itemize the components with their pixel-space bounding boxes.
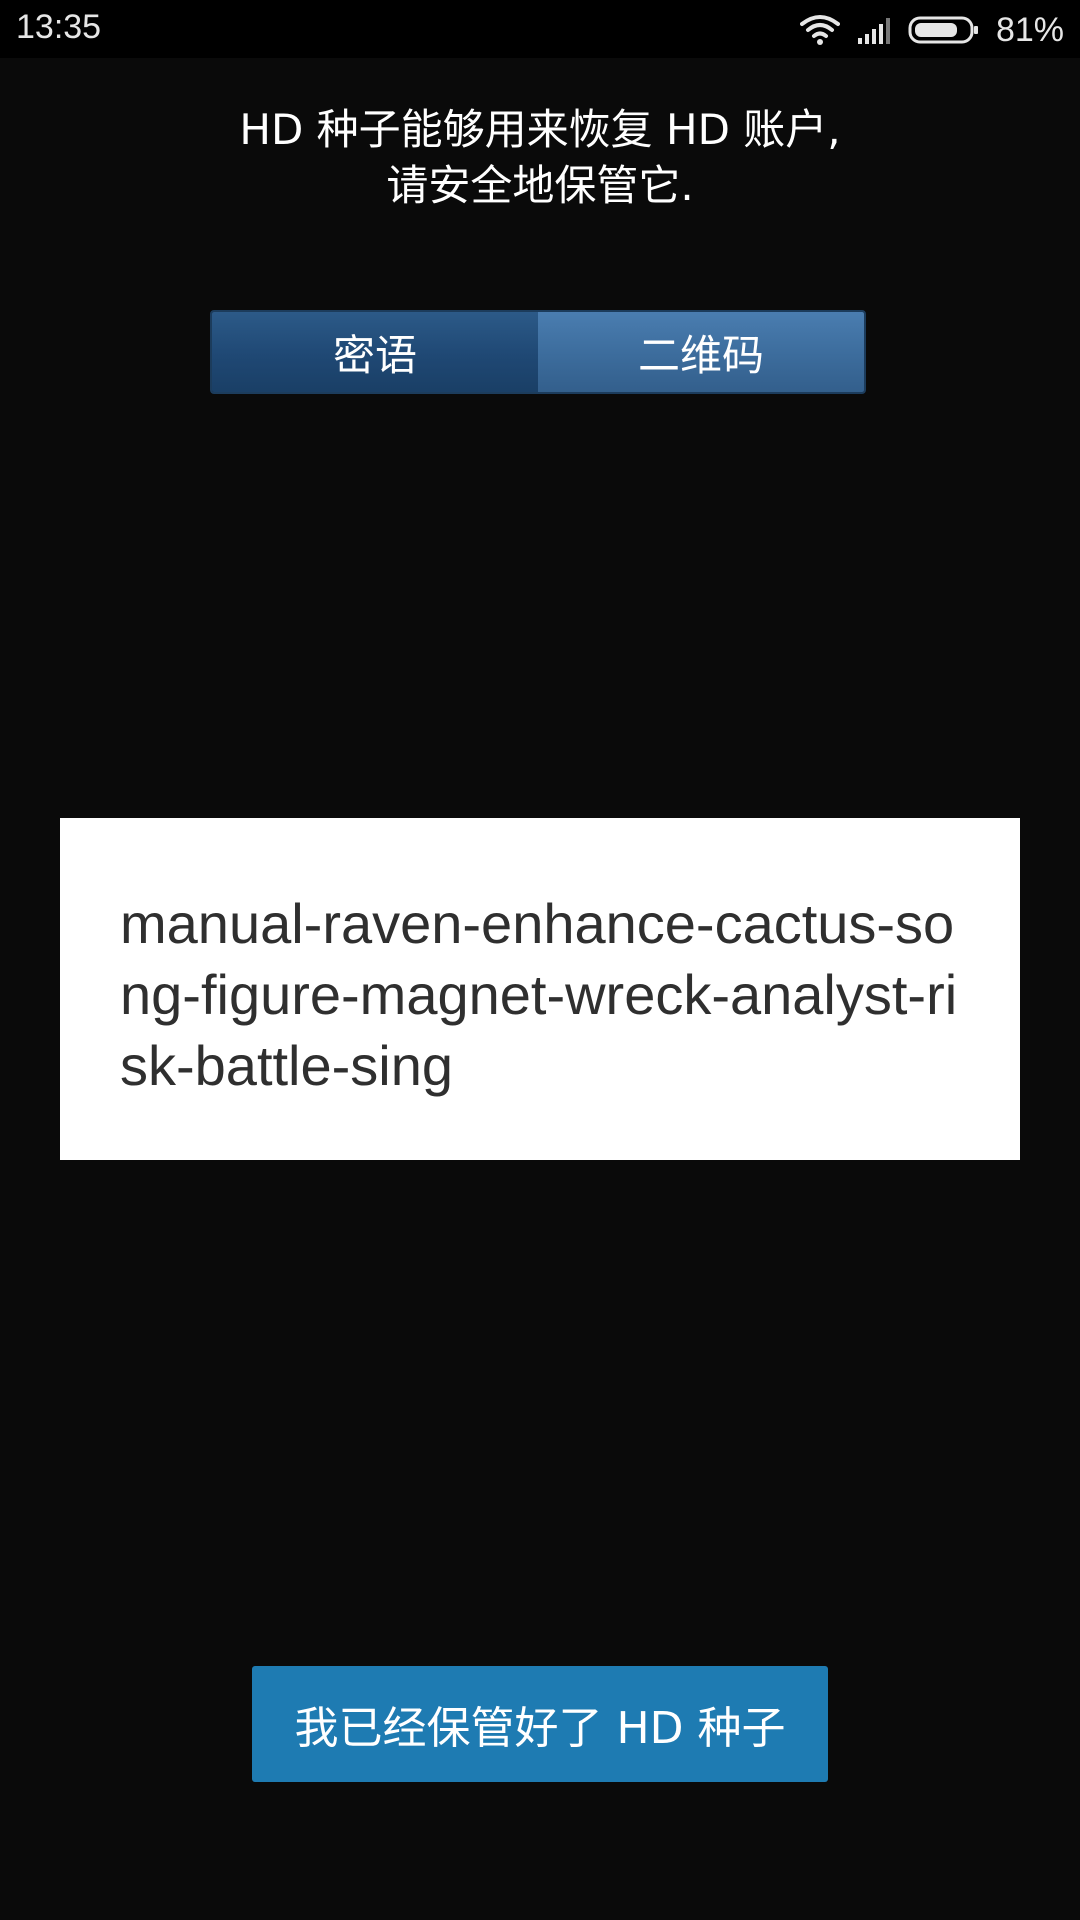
signal-icon: [856, 16, 892, 44]
tab-passphrase[interactable]: 密语: [212, 312, 538, 392]
passphrase-card: manual-raven-enhance-cactus-song-figure-…: [60, 818, 1020, 1160]
screen: 13:35 81% HD 种子能够用来恢复 HD 账户, 请安全地保管它. 密语…: [0, 0, 1080, 1920]
status-time: 13:35: [16, 8, 102, 46]
wifi-icon: [799, 14, 840, 46]
status-icons: 81%: [799, 8, 1064, 52]
status-bar: 13:35 81%: [0, 0, 1080, 58]
seed-instructions: HD 种子能够用来恢复 HD 账户, 请安全地保管它.: [0, 102, 1080, 214]
instruction-line-1: HD 种子能够用来恢复 HD 账户,: [239, 105, 841, 154]
tab-qr-code[interactable]: 二维码: [538, 312, 864, 392]
battery-icon: [908, 15, 980, 45]
view-mode-tabs: 密语 二维码: [210, 310, 866, 394]
confirm-saved-button[interactable]: 我已经保管好了 HD 种子: [252, 1666, 828, 1782]
instruction-line-2: 请安全地保管它.: [386, 161, 694, 210]
battery-percent: 81%: [995, 10, 1064, 49]
passphrase-text: manual-raven-enhance-cactus-song-figure-…: [120, 892, 958, 1097]
